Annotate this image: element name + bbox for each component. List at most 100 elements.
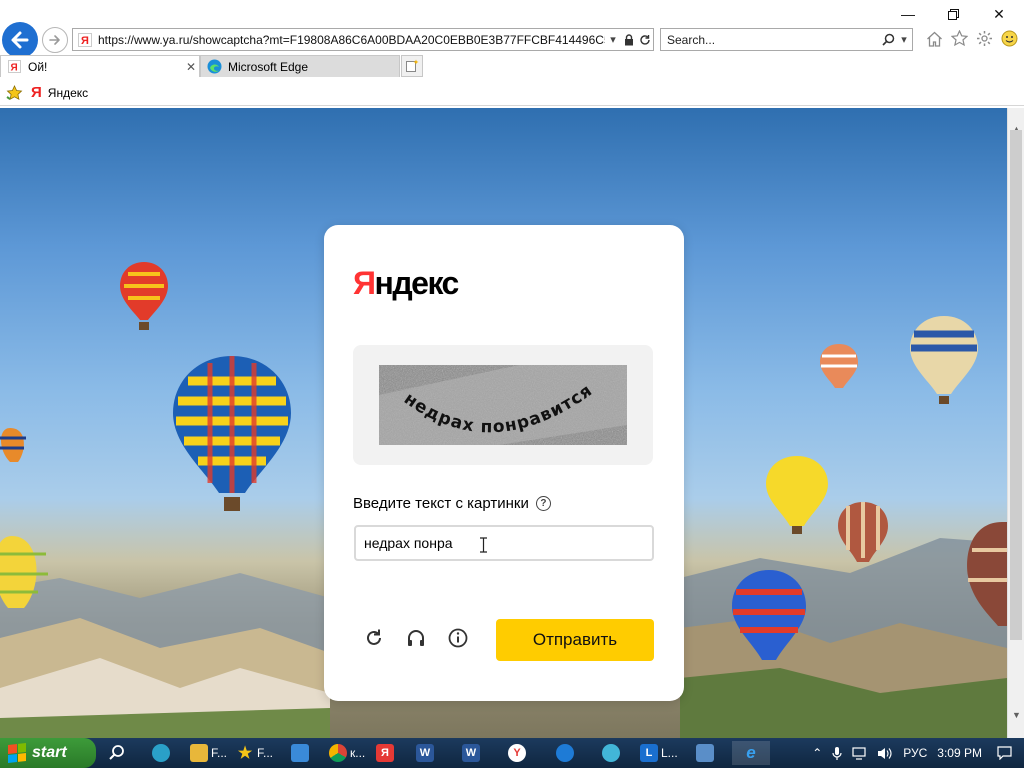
browser-chrome: — ✕ Я https://www.ya.ru/showcaptcha?mt=F…: [0, 0, 1024, 108]
taskbar-app-favorites[interactable]: ★ F...: [236, 741, 273, 765]
star-icon: ★: [237, 745, 253, 762]
yandex-app-icon: Я: [376, 744, 394, 762]
yandex-favicon-icon: Я: [6, 59, 22, 75]
address-bar[interactable]: Я https://www.ya.ru/showcaptcha?mt=F1980…: [72, 28, 654, 51]
favorite-yandex[interactable]: Я Яндекс: [31, 84, 88, 101]
taskbar-app-control-panel[interactable]: [696, 741, 714, 765]
hot-air-balloon-illustration: [0, 428, 26, 462]
tab-edge[interactable]: Microsoft Edge: [200, 55, 400, 77]
taskbar-app-l[interactable]: L L...: [640, 741, 678, 765]
taskbar-item-label: L...: [661, 746, 678, 760]
refresh-icon[interactable]: [637, 31, 653, 49]
add-favorite-icon[interactable]: [6, 84, 23, 101]
yandex-browser-icon: Y: [508, 744, 526, 762]
gear-icon[interactable]: [974, 28, 995, 49]
captcha-image: недрах понравится: [379, 365, 627, 445]
refresh-captcha-button[interactable]: [361, 625, 387, 651]
favorite-label: Яндекс: [47, 85, 89, 100]
show-hidden-icons-icon[interactable]: ⌃: [812, 746, 822, 760]
search-icon: [109, 745, 124, 760]
taskbar-app-folder[interactable]: F...: [190, 741, 227, 765]
tab-strip: Я Ой! ✕ Microsoft Edge: [0, 55, 1024, 77]
yandex-logo-icon: Я: [31, 84, 42, 101]
search-dropdown-icon[interactable]: ▾: [896, 31, 912, 49]
taskbar-app-desktop[interactable]: [291, 741, 309, 765]
hot-air-balloon-illustration: [766, 456, 828, 534]
new-tab-button[interactable]: [401, 55, 423, 77]
cloud-icon: [556, 744, 574, 762]
back-button[interactable]: [2, 22, 38, 58]
folder-icon: [190, 744, 208, 762]
control-panel-icon: [696, 744, 714, 762]
taskbar-app-network[interactable]: [602, 741, 620, 765]
svg-text:Я: Я: [81, 35, 89, 47]
lock-icon[interactable]: [621, 31, 637, 49]
minimize-button[interactable]: —: [893, 4, 923, 24]
close-window-button[interactable]: ✕: [984, 4, 1014, 24]
volume-icon[interactable]: [877, 747, 893, 760]
captcha-info-button[interactable]: [445, 625, 471, 651]
favorites-bar: Я Яндекс: [0, 80, 1024, 106]
taskbar: start F... ★ F... к... Я W W Y L L... e …: [0, 738, 1024, 768]
hot-air-balloon-illustration: [0, 536, 48, 608]
captcha-text-input[interactable]: [354, 525, 654, 561]
hot-air-balloon-illustration: [120, 262, 168, 330]
taskbar-search-button[interactable]: [108, 741, 126, 765]
close-tab-icon[interactable]: ✕: [183, 60, 199, 74]
internet-explorer-icon: e: [746, 743, 756, 762]
network-icon: [602, 744, 620, 762]
edge-icon: [206, 59, 222, 75]
search-icon[interactable]: [880, 31, 896, 49]
chrome-icon: [329, 744, 347, 762]
submit-button[interactable]: Отправить: [496, 619, 654, 661]
vertical-scrollbar[interactable]: ▲ ▼: [1007, 108, 1024, 738]
hot-air-balloon-illustration: [820, 344, 858, 388]
taskbar-app-word[interactable]: W: [416, 741, 434, 765]
yandex-logo-letter: Я: [353, 265, 376, 301]
scrollbar-thumb[interactable]: [1010, 130, 1022, 640]
hot-air-balloon-illustration: [732, 570, 806, 660]
smiley-feedback-icon[interactable]: [999, 28, 1020, 49]
svg-text:Я: Я: [10, 63, 17, 74]
tab-title: Ой!: [28, 59, 48, 74]
taskbar-item-label: к...: [350, 746, 366, 760]
captcha-prompt-label: Введите текст с картинки ?: [353, 495, 551, 512]
text-cursor-icon: [480, 537, 487, 553]
start-button[interactable]: start: [0, 738, 96, 768]
forward-button[interactable]: [42, 27, 68, 53]
home-icon[interactable]: [924, 28, 945, 49]
captcha-card: Яндекс недрах понравится Введите текст с…: [324, 225, 684, 701]
dropdown-arrow-icon[interactable]: ▾: [605, 31, 621, 49]
start-label: start: [32, 744, 67, 761]
taskbar-item-label: F...: [211, 746, 228, 760]
url-text[interactable]: https://www.ya.ru/showcaptcha?mt=F19808A…: [94, 33, 605, 47]
taskbar-app-chrome[interactable]: к...: [329, 741, 365, 765]
maximize-button[interactable]: [938, 4, 968, 24]
search-box[interactable]: ▾: [660, 28, 913, 51]
taskbar-app-ie[interactable]: e: [732, 741, 770, 765]
info-icon: [448, 628, 468, 648]
yandex-logo: Яндекс: [353, 265, 459, 302]
clock[interactable]: 3:09 PM: [937, 746, 982, 760]
network-status-icon[interactable]: [852, 746, 867, 760]
taskbar-app-word-2[interactable]: W: [462, 741, 480, 765]
headphones-icon: [408, 630, 424, 646]
taskbar-app-yandex-browser[interactable]: Y: [508, 741, 526, 765]
microphone-icon[interactable]: [832, 746, 842, 761]
notifications-icon[interactable]: [997, 746, 1012, 760]
system-tray: ⌃ РУС 3:09 PM: [807, 738, 1024, 768]
scroll-down-arrow-icon[interactable]: ▼: [1008, 706, 1024, 723]
help-icon[interactable]: ?: [535, 496, 551, 511]
hot-air-balloon-illustration: [173, 356, 291, 511]
search-input[interactable]: [661, 32, 880, 47]
taskbar-app-globe[interactable]: [152, 741, 170, 765]
taskbar-app-yandex[interactable]: Я: [376, 741, 394, 765]
hot-air-balloon-illustration: [838, 502, 888, 562]
language-indicator[interactable]: РУС: [903, 746, 927, 760]
audio-captcha-button[interactable]: [403, 625, 429, 651]
favorites-star-icon[interactable]: [949, 28, 970, 49]
arrow-left-icon: [11, 31, 29, 49]
word-icon: W: [416, 744, 434, 762]
taskbar-app-onedrive[interactable]: [556, 741, 574, 765]
tab-captcha[interactable]: Я Ой! ✕: [0, 55, 200, 77]
